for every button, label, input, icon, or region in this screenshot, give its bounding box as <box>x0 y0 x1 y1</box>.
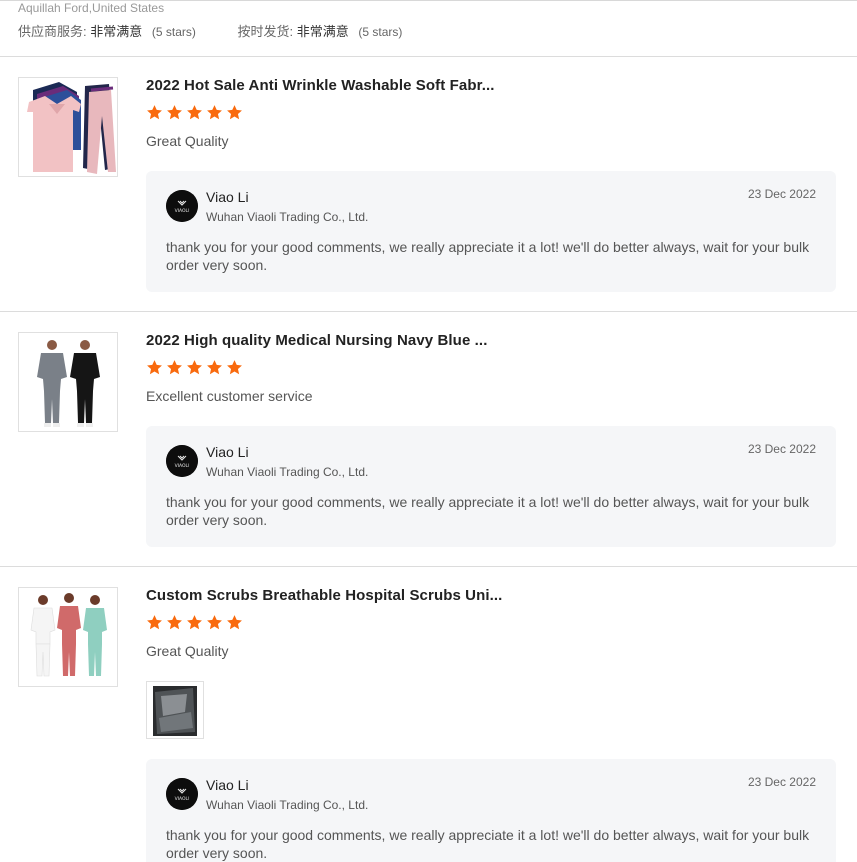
rating-stars <box>146 104 243 124</box>
reply-company: Wuhan Viaoli Trading Co., Ltd. <box>206 465 369 479</box>
reply-text: thank you for your good comments, we rea… <box>166 494 810 528</box>
three-models-scrubs-image <box>19 588 117 686</box>
rating-note: (5 stars) <box>151 25 196 39</box>
star-icon <box>167 105 182 120</box>
rating-label: 供应商服务: <box>18 24 87 39</box>
supplier-reply: VIAOLI Viao Li Wuhan Viaoli Trading Co.,… <box>146 171 836 292</box>
product-title-link[interactable]: Custom Scrubs Breathable Hospital Scrubs… <box>146 587 502 605</box>
star-icon <box>207 105 222 120</box>
supplier-reply: VIAOLI Viao Li Wuhan Viaoli Trading Co.,… <box>146 426 836 547</box>
reply-text: thank you for your good comments, we rea… <box>166 239 810 273</box>
svg-text:VIAOLI: VIAOLI <box>175 796 190 802</box>
star-icon <box>207 360 222 375</box>
avatar: VIAOLI <box>166 190 198 222</box>
product-title-link[interactable]: 2022 Hot Sale Anti Wrinkle Washable Soft… <box>146 77 495 95</box>
review-comment: Excellent customer service <box>146 388 313 404</box>
product-title-link[interactable]: 2022 High quality Medical Nursing Navy B… <box>146 332 487 350</box>
rating-stars <box>146 359 243 379</box>
rating-on-time-delivery: 按时发货: 非常满意 (5 stars) <box>238 23 403 41</box>
review-comment: Great Quality <box>146 133 229 149</box>
star-icon <box>227 105 242 120</box>
reviewer-name-location: Aquillah Ford,United States <box>18 1 165 15</box>
avatar: VIAOLI <box>166 445 198 477</box>
star-icon <box>167 615 182 630</box>
viaoli-logo-icon: VIAOLI <box>166 445 198 477</box>
viaoli-logo-icon: VIAOLI <box>166 190 198 222</box>
viaoli-logo-icon: VIAOLI <box>166 778 198 810</box>
star-icon <box>187 105 202 120</box>
reply-company: Wuhan Viaoli Trading Co., Ltd. <box>206 798 369 812</box>
star-icon <box>147 105 162 120</box>
rating-note: (5 stars) <box>358 25 403 39</box>
star-icon <box>147 615 162 630</box>
star-icon <box>187 615 202 630</box>
avatar: VIAOLI <box>166 778 198 810</box>
reply-date: 23 Dec 2022 <box>747 187 816 201</box>
product-thumbnail[interactable] <box>18 587 118 687</box>
package-photo-image <box>147 682 203 738</box>
star-icon <box>147 360 162 375</box>
product-thumbnail[interactable] <box>18 332 118 432</box>
reply-author-name: Viao Li <box>206 444 249 460</box>
two-models-scrubs-image <box>19 333 117 431</box>
supplier-reply: VIAOLI Viao Li Wuhan Viaoli Trading Co.,… <box>146 759 836 862</box>
reply-company: Wuhan Viaoli Trading Co., Ltd. <box>206 210 369 224</box>
reply-date: 23 Dec 2022 <box>747 775 816 789</box>
reply-text: thank you for your good comments, we rea… <box>166 827 810 861</box>
review-photo[interactable] <box>146 681 204 739</box>
rating-stars <box>146 614 243 634</box>
rating-label: 按时发货: <box>237 24 294 39</box>
reply-author-name: Viao Li <box>206 189 249 205</box>
scrubs-stack-image <box>19 78 117 176</box>
review-divider <box>0 311 857 312</box>
rating-value: 非常满意 <box>296 24 349 39</box>
star-icon <box>227 615 242 630</box>
review-comment: Great Quality <box>146 643 229 659</box>
rating-supplier-service: 供应商服务: 非常满意 (5 stars) <box>18 23 196 41</box>
star-icon <box>167 360 182 375</box>
svg-text:VIAOLI: VIAOLI <box>175 463 190 469</box>
star-icon <box>227 360 242 375</box>
star-icon <box>207 615 222 630</box>
rating-value: 非常满意 <box>90 24 143 39</box>
supplier-ratings: 供应商服务: 非常满意 (5 stars) 按时发货: 非常满意 (5 star… <box>18 23 440 41</box>
svg-text:VIAOLI: VIAOLI <box>175 208 190 214</box>
review-divider <box>0 566 857 567</box>
section-divider <box>0 56 857 57</box>
product-thumbnail[interactable] <box>18 77 118 177</box>
star-icon <box>187 360 202 375</box>
reply-date: 23 Dec 2022 <box>747 442 816 456</box>
reply-author-name: Viao Li <box>206 777 249 793</box>
